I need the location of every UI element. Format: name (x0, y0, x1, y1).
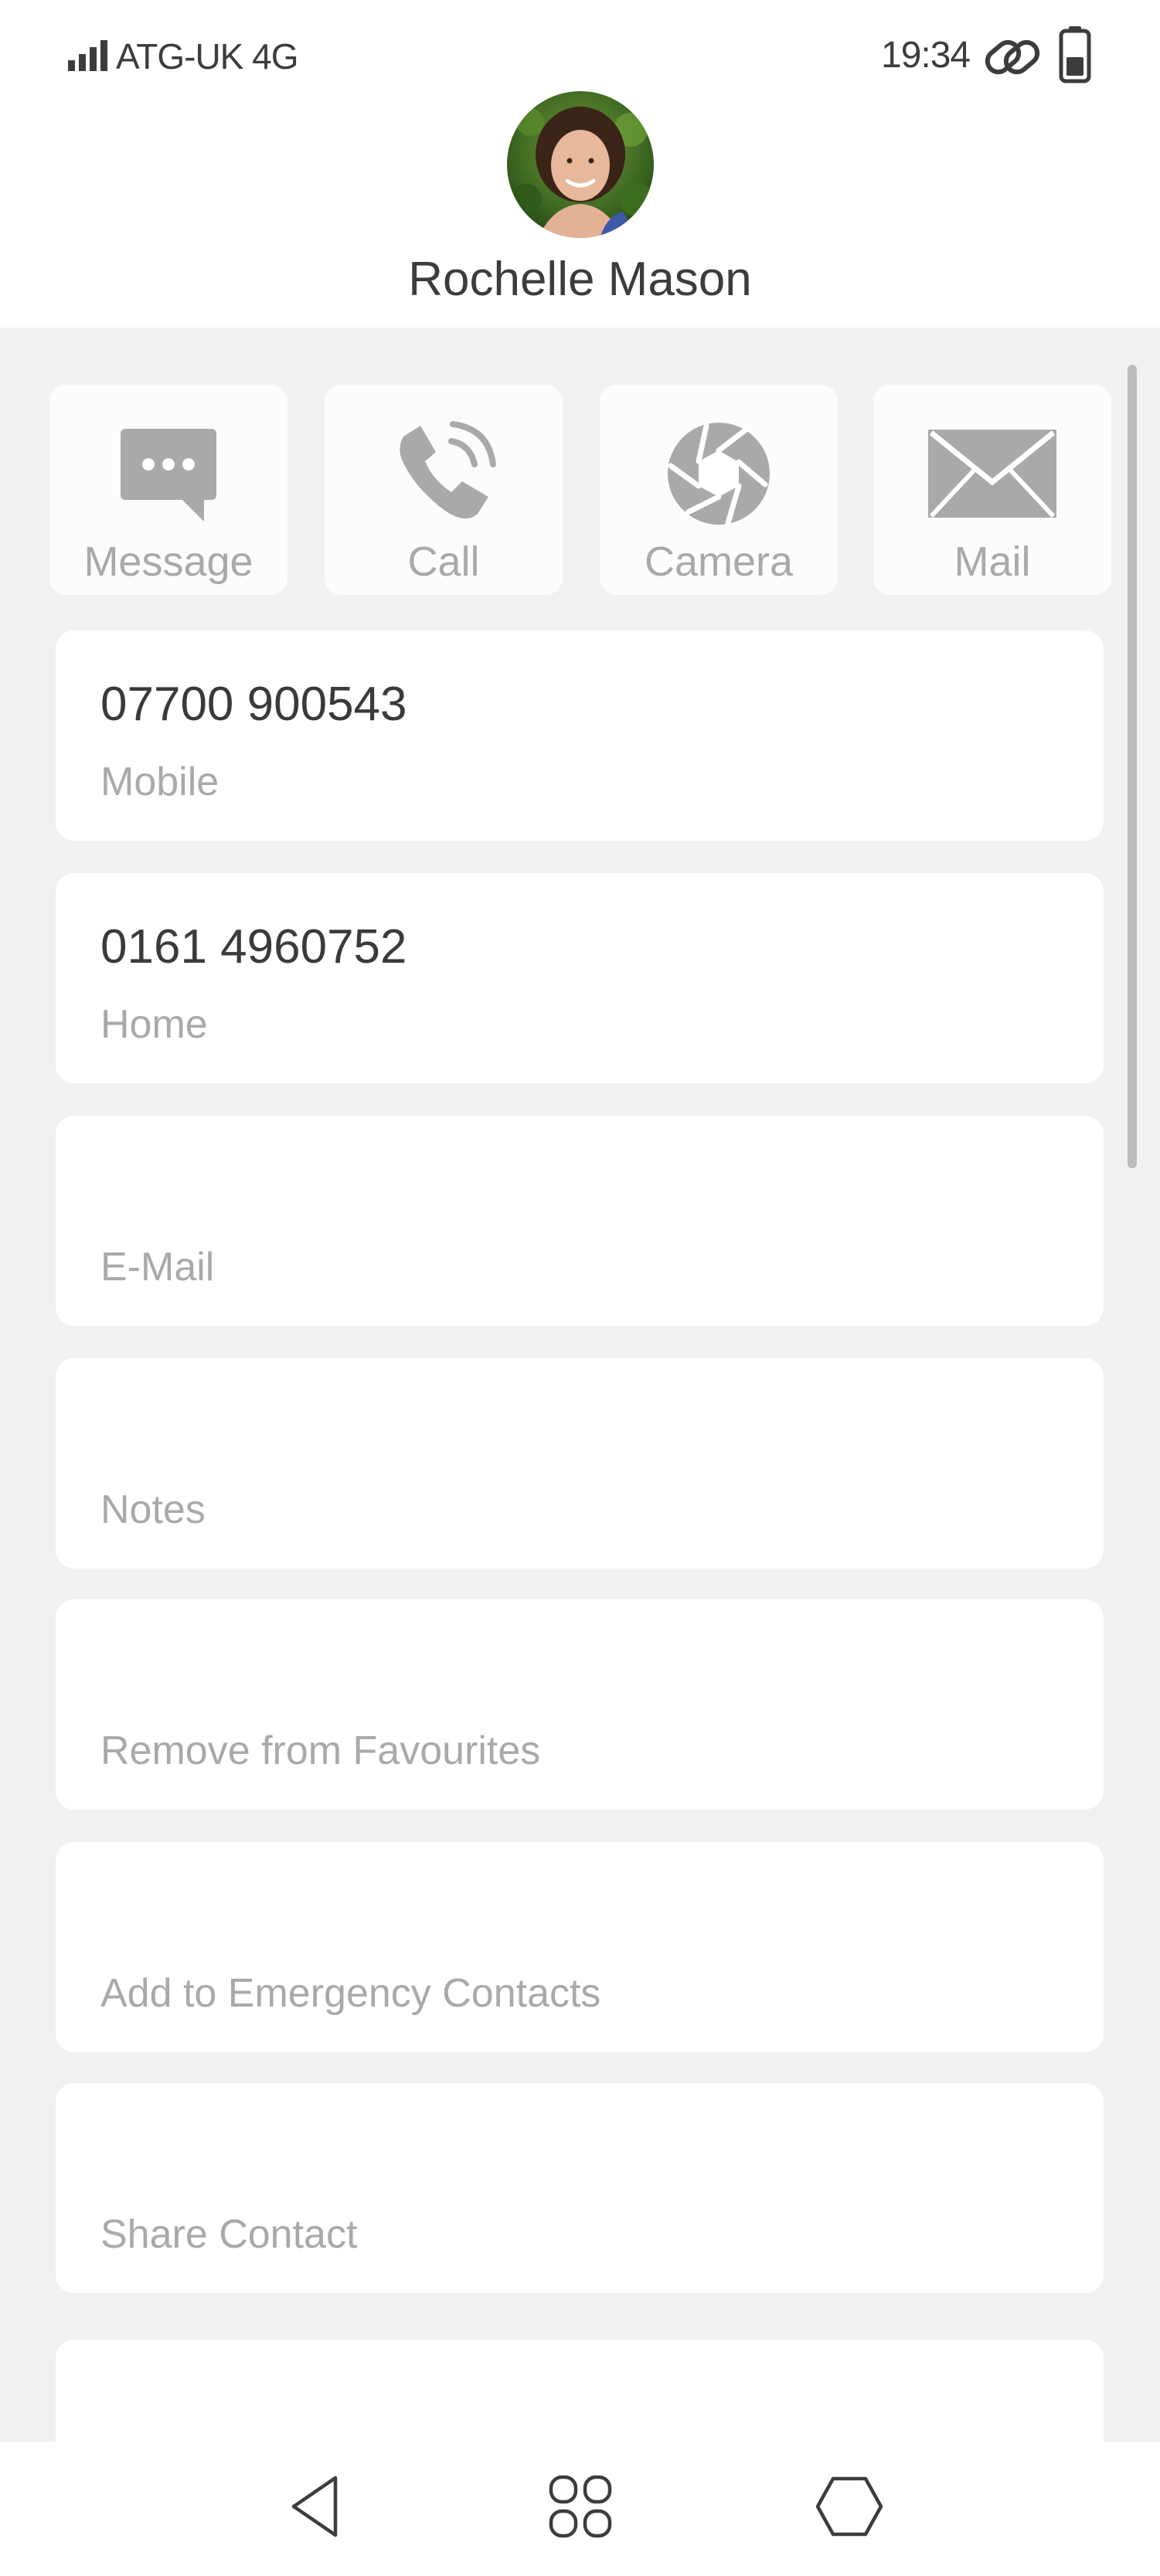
email-caption: E-Mail (100, 1245, 215, 1290)
email-field[interactable]: E-Mail (56, 1116, 1104, 1326)
recents-button[interactable] (807, 2468, 892, 2545)
message-icon (121, 429, 216, 522)
message-label: Message (83, 539, 253, 585)
call-label: Call (407, 539, 480, 585)
home-apps-icon (549, 2475, 612, 2538)
mobile-number-caption: Mobile (100, 760, 219, 804)
contact-name: Rochelle Mason (408, 253, 752, 306)
mobile-number-value: 07700 900543 (100, 678, 407, 731)
more-option-field[interactable] (56, 2340, 1104, 2442)
avatar[interactable] (507, 91, 654, 238)
header: ATG-UK 4G 19:34 Rochelle Mason (0, 0, 1160, 328)
mail-button[interactable]: Mail (873, 385, 1111, 595)
clock: 19:34 (881, 35, 971, 76)
camera-label: Camera (644, 539, 794, 585)
back-button[interactable] (272, 2468, 357, 2545)
notes-field[interactable]: Notes (56, 1358, 1104, 1568)
mail-label: Mail (954, 539, 1031, 585)
add-to-emergency-contacts-button[interactable]: Add to Emergency Contacts (56, 1842, 1104, 2052)
remove-from-favourites-label: Remove from Favourites (100, 1728, 541, 1773)
home-number-caption: Home (100, 1002, 208, 1047)
avatar-photo (507, 91, 654, 238)
notes-caption: Notes (100, 1487, 206, 1532)
quick-actions: Message Call Camera Mail (49, 385, 1111, 595)
mobile-number-field[interactable]: 07700 900543 Mobile (56, 630, 1104, 841)
link-icon (985, 39, 1040, 75)
share-contact-button[interactable]: Share Contact (56, 2083, 1104, 2293)
phone-icon (400, 421, 496, 519)
camera-aperture-icon (668, 423, 770, 526)
scrollbar[interactable] (1128, 365, 1137, 1168)
recents-icon (815, 2476, 883, 2537)
contact-details[interactable]: Message Call Camera Mail 07700 900543 Mo… (0, 328, 1160, 2442)
home-number-field[interactable]: 0161 4960752 Home (56, 873, 1104, 1083)
call-button[interactable]: Call (325, 385, 563, 595)
home-number-value: 0161 4960752 (100, 920, 407, 974)
back-icon (291, 2476, 338, 2537)
battery-icon (1059, 26, 1091, 83)
carrier-label: ATG-UK 4G (116, 36, 299, 76)
add-to-emergency-contacts-label: Add to Emergency Contacts (100, 1971, 601, 2016)
navigation-bar (0, 2442, 1160, 2576)
share-contact-label: Share Contact (100, 2212, 358, 2257)
home-button[interactable] (538, 2468, 623, 2545)
camera-button[interactable]: Camera (600, 385, 838, 595)
remove-from-favourites-button[interactable]: Remove from Favourites (56, 1599, 1104, 1810)
signal-icon (68, 40, 107, 71)
message-button[interactable]: Message (49, 385, 287, 595)
mail-icon (928, 430, 1056, 518)
